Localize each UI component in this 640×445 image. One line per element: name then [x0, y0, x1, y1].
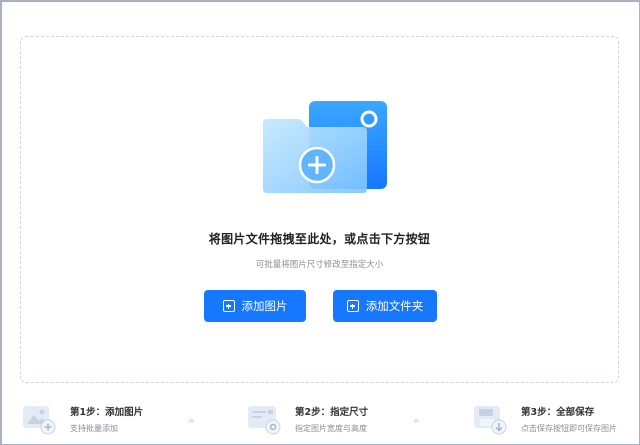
step-arrow-icon: »: [413, 414, 420, 427]
drop-zone-subtitle: 可批量将图片尺寸修改至指定大小: [255, 260, 384, 270]
add-folder-button[interactable]: 添加文件夹: [333, 290, 437, 322]
step-2-title: 第2步：指定尺寸: [295, 407, 369, 418]
add-image-label: 添加图片: [241, 299, 288, 313]
add-folder-label: 添加文件夹: [365, 299, 424, 313]
save-icon: [474, 406, 507, 435]
step-3-title: 第3步：全部保存: [521, 407, 595, 418]
plus-icon: [346, 300, 359, 312]
drop-zone[interactable]: 将图片文件拖拽至此处，或点击下方按钮 可批量将图片尺寸修改至指定大小 添加图片 …: [20, 36, 619, 383]
drop-zone-title: 将图片文件拖拽至此处，或点击下方按钮: [208, 232, 431, 246]
steps-bar: 第1步：添加图片 支持批量添加 » 第2步：指定尺寸 指定图片宽度与高度 » 第…: [1, 396, 640, 441]
folder-add-icon: [263, 101, 387, 193]
add-image-button[interactable]: 添加图片: [204, 290, 306, 322]
plus-icon: [222, 300, 235, 312]
step-1-desc: 支持批量添加: [70, 424, 118, 433]
set-size-icon: [248, 406, 281, 435]
step-3-desc: 点击保存按钮即可保存图片: [521, 424, 617, 433]
step-arrow-icon: »: [188, 414, 195, 427]
step-2-desc: 指定图片宽度与高度: [295, 424, 367, 433]
add-image-icon: [23, 406, 56, 435]
step-1-title: 第1步：添加图片: [70, 407, 144, 418]
